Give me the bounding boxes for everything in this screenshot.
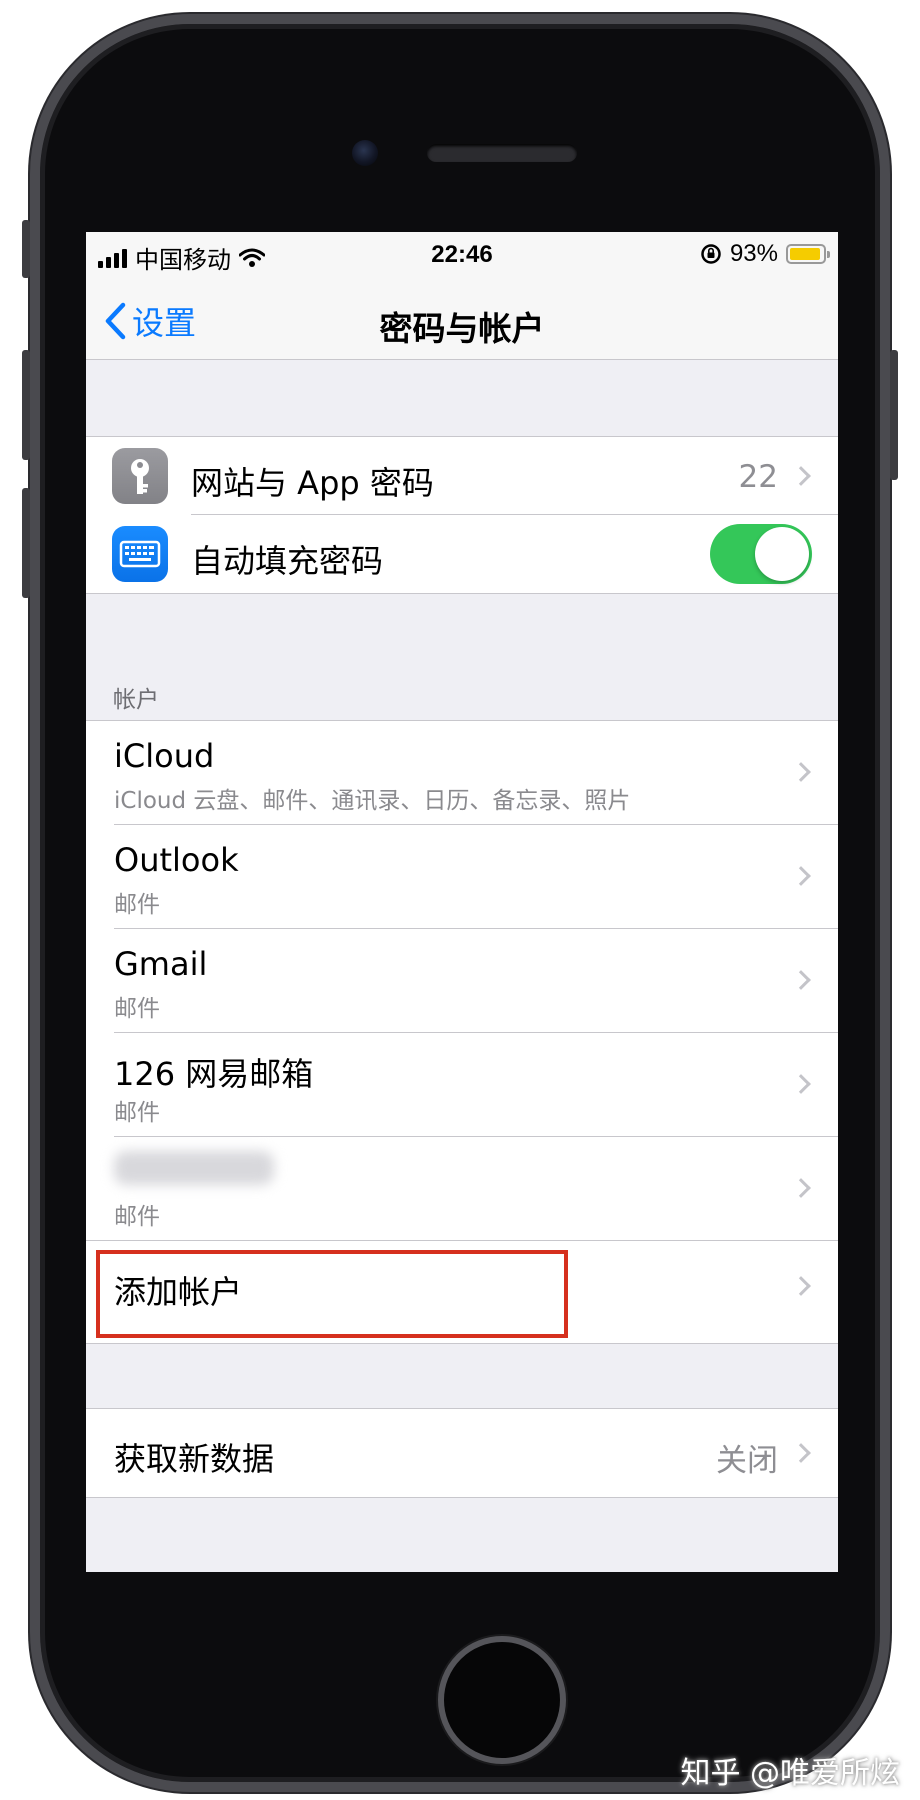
- passwords-group: 网站与 App 密码 22 自动填充密码: [86, 436, 838, 594]
- chevron-right-icon: [791, 866, 811, 886]
- account-detail: 邮件: [114, 1204, 160, 1230]
- status-bar: 中国移动 22:46 93%: [86, 232, 838, 278]
- chevron-right-icon: [791, 466, 811, 486]
- navigation-bar: 设置 密码与帐户: [86, 278, 838, 360]
- account-row-gmail[interactable]: Gmail 邮件: [86, 929, 838, 1033]
- fetch-new-data-value: 关闭: [716, 1443, 778, 1479]
- website-passwords-row[interactable]: 网站与 App 密码 22: [86, 437, 838, 515]
- account-detail: 邮件: [114, 892, 160, 918]
- autofill-toggle[interactable]: [710, 524, 812, 584]
- autofill-row: 自动填充密码: [86, 515, 838, 593]
- account-detail: 邮件: [114, 1100, 160, 1126]
- chevron-right-icon: [791, 1178, 811, 1198]
- battery-icon: [786, 244, 830, 264]
- chevron-right-icon: [791, 1276, 811, 1296]
- chevron-right-icon: [791, 1443, 811, 1463]
- account-name: Gmail: [114, 945, 208, 983]
- volume-down-button: [22, 488, 30, 598]
- mute-switch: [22, 220, 30, 278]
- redacted-account-name: [114, 1151, 274, 1185]
- account-row-outlook[interactable]: Outlook 邮件: [86, 825, 838, 929]
- front-camera: [352, 140, 378, 166]
- account-row-126[interactable]: 126 网易邮箱 邮件: [86, 1033, 838, 1137]
- chevron-right-icon: [791, 762, 811, 782]
- keyboard-icon: [112, 526, 168, 582]
- battery-percent: 93%: [729, 240, 778, 267]
- watermark: 知乎 @唯爱所炫: [680, 1756, 900, 1791]
- toggle-knob: [755, 527, 809, 581]
- home-button[interactable]: [438, 1636, 566, 1764]
- screen: 中国移动 22:46 93% 设置 密码与帐户 网站与 App 密码 22 自动…: [86, 232, 838, 1572]
- add-account-highlight: [96, 1250, 568, 1338]
- fetch-group: 获取新数据 关闭: [86, 1408, 838, 1498]
- fetch-new-data-row[interactable]: 获取新数据 关闭: [86, 1409, 838, 1497]
- autofill-label: 自动填充密码: [191, 542, 384, 580]
- account-row-redacted[interactable]: 邮件: [86, 1137, 838, 1241]
- chevron-right-icon: [791, 1074, 811, 1094]
- password-count: 22: [738, 459, 778, 495]
- page-title: 密码与帐户: [379, 309, 545, 348]
- chevron-right-icon: [791, 970, 811, 990]
- power-button: [890, 350, 898, 480]
- account-name: 126 网易邮箱: [114, 1055, 314, 1093]
- account-name: Outlook: [114, 841, 239, 879]
- key-icon: [112, 448, 168, 504]
- volume-up-button: [22, 350, 30, 460]
- account-detail: iCloud 云盘、邮件、通讯录、日历、备忘录、照片: [114, 788, 631, 814]
- accounts-section-header: 帐户: [113, 687, 159, 713]
- rotation-lock-icon: [701, 244, 721, 264]
- website-passwords-label: 网站与 App 密码: [191, 464, 434, 502]
- account-name: iCloud: [114, 737, 215, 775]
- account-row-icloud[interactable]: iCloud iCloud 云盘、邮件、通讯录、日历、备忘录、照片: [86, 721, 838, 825]
- fetch-new-data-label: 获取新数据: [114, 1440, 275, 1478]
- account-detail: 邮件: [114, 996, 160, 1022]
- earpiece-speaker: [427, 144, 577, 162]
